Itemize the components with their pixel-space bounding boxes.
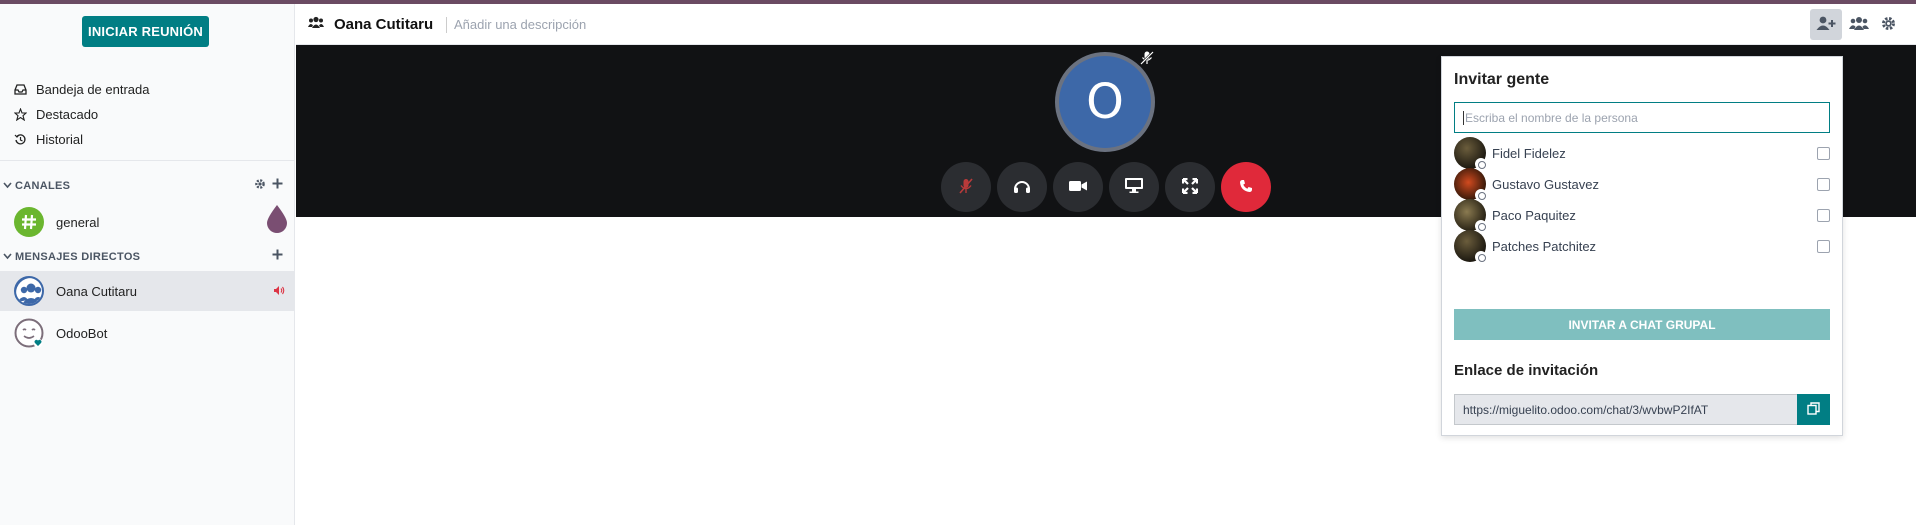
invite-panel: Invitar gente Escriba el nombre de la pe…: [1441, 56, 1843, 436]
status-icon: [1475, 251, 1487, 263]
sidebar-item-label: Bandeja de entrada: [36, 81, 150, 97]
description-input[interactable]: Añadir una descripción: [454, 17, 586, 32]
phone-icon: [1239, 179, 1253, 196]
participant-initial: O: [1086, 74, 1124, 130]
star-icon: [14, 107, 36, 121]
history-icon: [14, 133, 36, 146]
mic-slash-icon: [957, 177, 975, 198]
hang-up-button[interactable]: [1221, 162, 1271, 212]
direct-messages-header-label: MENSAJES DIRECTOS: [15, 251, 141, 263]
video-camera-icon: [1068, 179, 1088, 196]
add-channel-icon[interactable]: [272, 178, 283, 193]
avatar: [14, 276, 44, 306]
invite-title: Invitar gente: [1454, 71, 1550, 88]
chat-label: Oana Cutitaru: [56, 283, 137, 299]
gear-icon: [1881, 16, 1896, 34]
person-name: Fidel Fidelez: [1492, 145, 1566, 161]
sidebar-item-general[interactable]: general: [0, 202, 295, 242]
add-users-button[interactable]: [1810, 9, 1842, 40]
odoobot-avatar: [14, 318, 44, 348]
person-checkbox[interactable]: [1817, 208, 1830, 222]
sidebar-item-starred[interactable]: Destacado: [14, 103, 98, 125]
users-icon: [1849, 16, 1869, 34]
sidebar-item-odoobot[interactable]: OdooBot: [0, 313, 295, 353]
chevron-down-icon: [3, 180, 15, 192]
muted-mic-icon: [1139, 50, 1157, 68]
person-checkbox[interactable]: [1817, 146, 1830, 160]
volume-icon: [273, 284, 285, 299]
channel-label: general: [56, 214, 100, 230]
deafen-button[interactable]: [997, 162, 1047, 212]
header-divider: [446, 17, 447, 33]
person-name: Patches Patchitez: [1492, 238, 1597, 254]
start-meeting-button[interactable]: INICIAR REUNIÓN: [82, 16, 209, 47]
invite-person-row[interactable]: Patches Patchitez: [1454, 229, 1830, 263]
avatar: [1454, 199, 1487, 232]
search-people-input[interactable]: Escriba el nombre de la persona: [1454, 102, 1830, 133]
search-placeholder: Escriba el nombre de la persona: [1465, 110, 1638, 125]
chat-title[interactable]: Oana Cutitaru: [334, 16, 433, 33]
avatar: [1454, 230, 1487, 263]
avatar: [1454, 137, 1487, 170]
channels-header-label: CANALES: [15, 180, 71, 192]
settings-button[interactable]: [1872, 9, 1904, 40]
share-screen-button[interactable]: [1109, 162, 1159, 212]
invite-person-row[interactable]: Fidel Fidelez: [1454, 136, 1830, 170]
invite-person-row[interactable]: Gustavo Gustavez: [1454, 167, 1830, 201]
fullscreen-button[interactable]: [1165, 162, 1215, 212]
invite-to-group-chat-button[interactable]: INVITAR A CHAT GRUPAL: [1454, 309, 1830, 340]
chat-label: OdooBot: [56, 325, 108, 341]
invite-person-row[interactable]: Paco Paquitez: [1454, 198, 1830, 232]
avatar: [1454, 168, 1487, 201]
sidebar-item-oana[interactable]: Oana Cutitaru: [0, 271, 295, 311]
headphones-icon: [1013, 178, 1031, 197]
sidebar: INICIAR REUNIÓN Bandeja de entrada Desta…: [0, 4, 295, 525]
unmute-button[interactable]: [941, 162, 991, 212]
members-button[interactable]: [1843, 9, 1875, 40]
invite-link-title: Enlace de invitación: [1454, 362, 1599, 379]
users-icon: [308, 16, 324, 32]
gear-icon[interactable]: [254, 178, 266, 193]
sidebar-item-history[interactable]: Historial: [14, 128, 83, 150]
expand-icon: [1181, 177, 1199, 197]
camera-button[interactable]: [1053, 162, 1103, 212]
person-name: Paco Paquitez: [1492, 207, 1576, 223]
drop-icon: [266, 204, 288, 234]
channels-header[interactable]: CANALES: [0, 176, 295, 196]
person-name: Gustavo Gustavez: [1492, 176, 1599, 192]
text-cursor: [1463, 110, 1464, 125]
sidebar-item-inbox[interactable]: Bandeja de entrada: [14, 78, 149, 100]
sidebar-item-label: Destacado: [36, 106, 99, 122]
direct-messages-header[interactable]: MENSAJES DIRECTOS: [0, 247, 295, 267]
add-chat-icon[interactable]: [272, 249, 283, 263]
invite-link-field[interactable]: https://miguelito.odoo.com/chat/3/wvbwP2…: [1454, 394, 1798, 425]
copy-icon: [1807, 401, 1820, 418]
person-checkbox[interactable]: [1817, 239, 1830, 253]
person-checkbox[interactable]: [1817, 177, 1830, 191]
user-plus-icon: [1816, 16, 1836, 34]
inbox-icon: [14, 83, 36, 95]
chat-header: Oana Cutitaru Añadir una descripción: [296, 4, 1916, 45]
copy-link-button[interactable]: [1797, 394, 1830, 425]
desktop-icon: [1124, 177, 1144, 197]
sidebar-item-label: Historial: [36, 131, 83, 147]
sidebar-divider: [0, 160, 295, 161]
invite-link-value: https://miguelito.odoo.com/chat/3/wvbwP2…: [1463, 402, 1709, 417]
hashtag-icon: [14, 207, 44, 237]
chevron-down-icon: [3, 251, 15, 263]
